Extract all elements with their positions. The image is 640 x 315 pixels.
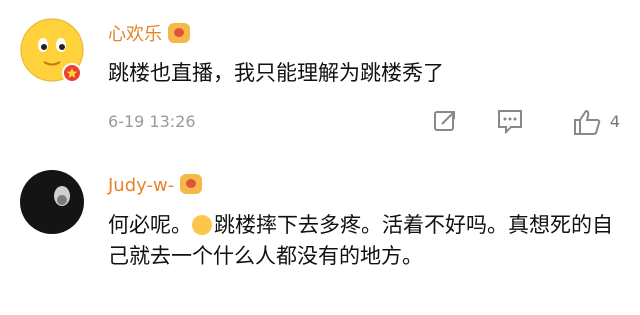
avatar[interactable]	[20, 18, 84, 83]
dark-photo-avatar	[20, 170, 84, 234]
username[interactable]: Judy-w-	[108, 174, 203, 196]
like-icon[interactable]	[572, 108, 602, 140]
smiley-face-icon	[20, 18, 84, 83]
username-text[interactable]: Judy-w-	[108, 175, 174, 196]
comment-actions: 4	[380, 108, 620, 135]
share-icon[interactable]	[432, 108, 458, 138]
member-badge-icon	[168, 23, 190, 43]
like-count: 4	[609, 112, 620, 131]
comment-reply-icon[interactable]	[496, 108, 524, 138]
username[interactable]: 心欢乐	[108, 20, 190, 46]
avatar[interactable]	[20, 170, 84, 234]
comment-text-part: 何必呢。	[108, 213, 192, 237]
comment-item: 心欢乐 跳楼也直播，我只能理解为跳楼秀了 6-19 13:26 4	[0, 0, 640, 160]
member-badge-icon	[180, 174, 203, 194]
comment-text: 何必呢。 跳楼摔下去多疼。活着不好吗。真想死的自己就去一个什么人都没有的地方。	[108, 210, 620, 272]
comment-item: Judy-w- 何必呢。 跳楼摔下去多疼。活着不好吗。真想死的自己就去一个什么人都…	[0, 160, 640, 315]
timestamp: 6-19 13:26	[108, 112, 196, 131]
smile-emoji-icon	[192, 215, 212, 235]
username-text[interactable]: 心欢乐	[108, 24, 162, 45]
comment-text: 跳楼也直播，我只能理解为跳楼秀了	[108, 61, 444, 85]
